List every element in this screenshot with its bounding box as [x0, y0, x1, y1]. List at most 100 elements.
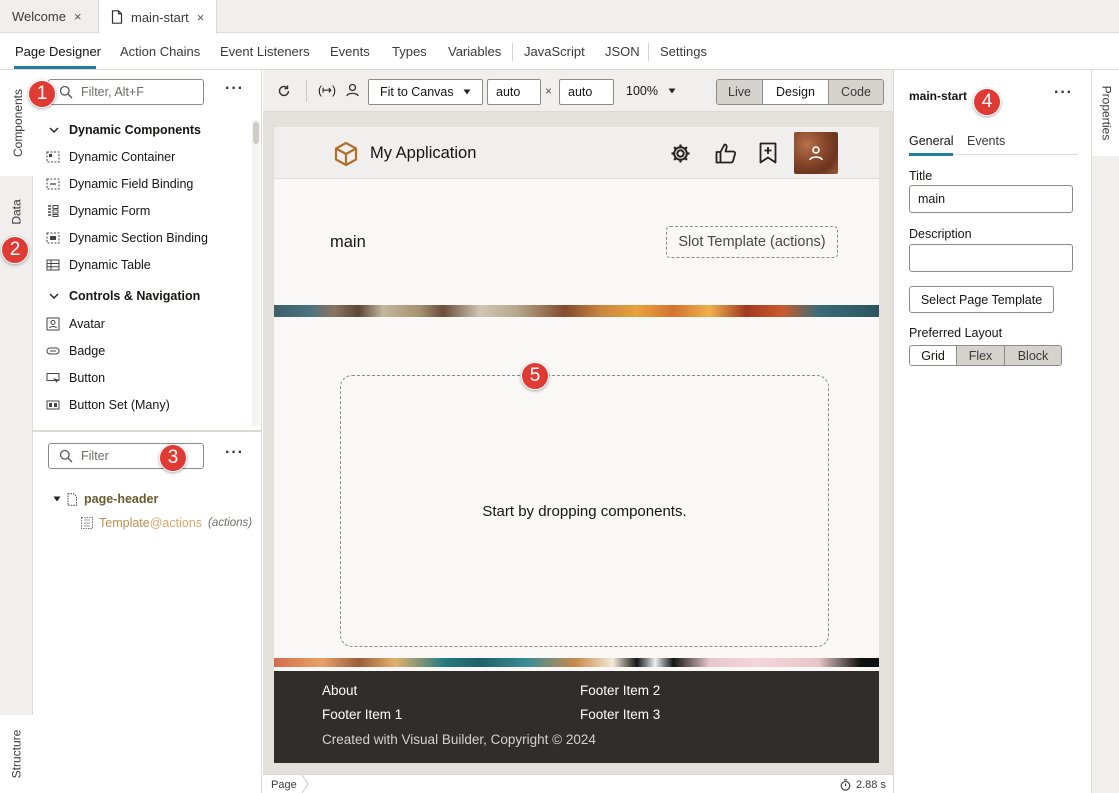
component-label: Dynamic Section Binding: [69, 231, 208, 245]
tab-events[interactable]: Events: [967, 134, 1005, 148]
footer-link-item-3[interactable]: Footer Item 3: [580, 707, 660, 722]
callout-marker-1: 1: [28, 80, 56, 108]
app-logo-icon: [333, 141, 359, 167]
button-set-icon: [46, 398, 60, 412]
scrollbar-thumb[interactable]: [253, 122, 259, 144]
component-label: Badge: [69, 344, 106, 358]
component-item[interactable]: Dynamic Section Binding: [46, 231, 208, 245]
tab-general[interactable]: General: [909, 134, 953, 148]
description-field[interactable]: [909, 244, 1073, 272]
component-item[interactable]: Avatar: [46, 317, 105, 331]
avatar[interactable]: [794, 132, 838, 174]
slot-template-actions[interactable]: Slot Template (actions): [666, 226, 838, 258]
component-item[interactable]: Button: [46, 371, 105, 385]
group-dynamic-components[interactable]: Dynamic Components: [49, 123, 201, 137]
callout-marker-5: 5: [521, 362, 549, 390]
title-field-value: main: [918, 192, 946, 206]
more-options-icon[interactable]: ···: [225, 80, 244, 98]
component-label: Button Set (Many): [69, 398, 170, 412]
bookmark-add-icon[interactable]: [759, 142, 777, 164]
component-item[interactable]: Dynamic Container: [46, 150, 175, 164]
close-icon[interactable]: ×: [197, 10, 205, 25]
nav-variables[interactable]: Variables: [448, 44, 501, 59]
tab-main-start-label: main-start: [131, 9, 189, 25]
preferred-layout-toggle: Grid Flex Block: [909, 345, 1062, 366]
tab-welcome[interactable]: Welcome ×: [0, 0, 94, 33]
mode-live[interactable]: Live: [717, 80, 763, 104]
tab-welcome-label: Welcome: [12, 9, 66, 24]
component-item[interactable]: Dynamic Table: [46, 258, 151, 272]
avatar-icon: [46, 317, 60, 331]
slot-template-label: Slot Template (actions): [678, 234, 826, 250]
zoom-select[interactable]: 100%: [626, 84, 658, 98]
component-item[interactable]: Badge: [46, 344, 105, 358]
nav-types[interactable]: Types: [392, 44, 427, 59]
variables-icon[interactable]: (↦): [318, 83, 336, 97]
times-sign: ×: [545, 84, 553, 98]
layout-block[interactable]: Block: [1005, 346, 1061, 365]
vtab-data-label: Data: [9, 199, 24, 225]
mode-design[interactable]: Design: [763, 80, 829, 104]
dynamic-field-binding-icon: [46, 177, 60, 191]
nav-settings[interactable]: Settings: [660, 44, 707, 59]
timer-icon: [840, 779, 851, 791]
designer-nav: Page Designer Action Chains Event Listen…: [0, 34, 1119, 70]
caret-down-icon[interactable]: [668, 88, 676, 94]
nav-page-designer[interactable]: Page Designer: [15, 44, 101, 59]
app-footer: About Footer Item 2 Footer Item 1 Footer…: [274, 671, 879, 763]
canvas-width-input[interactable]: auto: [487, 79, 541, 105]
vtab-properties-label: Properties: [1099, 85, 1114, 141]
preferred-layout-label: Preferred Layout: [909, 326, 1003, 340]
nav-javascript[interactable]: JavaScript: [524, 44, 585, 59]
component-label: Dynamic Field Binding: [69, 177, 194, 191]
toolbar-divider: [306, 80, 307, 102]
nav-events[interactable]: Events: [330, 44, 370, 59]
more-options-icon[interactable]: ···: [225, 444, 244, 462]
canvas-height-input[interactable]: auto: [559, 79, 614, 105]
component-item[interactable]: Button Set (Many): [46, 398, 170, 412]
select-page-template-button[interactable]: Select Page Template: [909, 286, 1054, 313]
nav-event-listeners[interactable]: Event Listeners: [220, 44, 310, 59]
layout-grid[interactable]: Grid: [910, 346, 957, 365]
footer-copyright: Created with Visual Builder, Copyright ©…: [322, 732, 596, 747]
thumbs-up-icon[interactable]: [715, 143, 737, 164]
tab-main-start[interactable]: main-start ×: [98, 0, 218, 34]
layout-flex[interactable]: Flex: [957, 346, 1005, 365]
design-canvas: My Application main Slot Template (actio…: [263, 112, 893, 774]
component-item[interactable]: Dynamic Form: [46, 204, 150, 218]
vtab-properties[interactable]: Properties: [1092, 70, 1119, 156]
tree-node-page-header[interactable]: page-header: [53, 492, 158, 506]
app-header: My Application: [274, 127, 879, 179]
app-title: My Application: [370, 144, 477, 162]
fit-to-canvas-select[interactable]: Fit to Canvas: [368, 79, 483, 105]
breadcrumb-chevron-icon: [301, 775, 309, 793]
breadcrumb[interactable]: Page: [271, 779, 297, 791]
component-item[interactable]: Dynamic Field Binding: [46, 177, 193, 191]
nav-action-chains[interactable]: Action Chains: [120, 44, 200, 59]
user-icon[interactable]: [346, 83, 359, 97]
footer-link-item-2[interactable]: Footer Item 2: [580, 683, 660, 698]
more-options-icon[interactable]: ···: [1054, 84, 1073, 102]
vtab-structure-label: Structure: [9, 729, 24, 779]
vtab-components-label: Components: [11, 88, 26, 158]
components-panel: Filter, Alt+F ··· Dynamic Components Dyn…: [33, 70, 262, 793]
close-icon[interactable]: ×: [74, 9, 82, 24]
group-controls-navigation[interactable]: Controls & Navigation: [49, 289, 200, 303]
vtab-components[interactable]: Components: [0, 70, 33, 176]
tree-node-template[interactable]: Template @actions (actions): [81, 516, 252, 530]
page-file-icon: [67, 492, 78, 506]
tree-node-label: Template: [99, 516, 150, 530]
components-search-input[interactable]: Filter, Alt+F: [48, 79, 204, 105]
components-scrollbar[interactable]: [252, 120, 260, 426]
footer-link-item-1[interactable]: Footer Item 1: [322, 707, 402, 722]
mode-code[interactable]: Code: [829, 80, 883, 104]
title-field[interactable]: main: [909, 185, 1073, 213]
panel-splitter[interactable]: [33, 430, 262, 432]
gear-icon[interactable]: [670, 143, 691, 164]
refresh-icon[interactable]: [277, 84, 291, 98]
tree-node-label: page-header: [84, 492, 159, 506]
vtab-structure[interactable]: Structure: [0, 715, 33, 793]
nav-json[interactable]: JSON: [605, 44, 640, 59]
drop-zone[interactable]: Start by dropping components.: [340, 375, 829, 647]
footer-link-about[interactable]: About: [322, 683, 357, 698]
